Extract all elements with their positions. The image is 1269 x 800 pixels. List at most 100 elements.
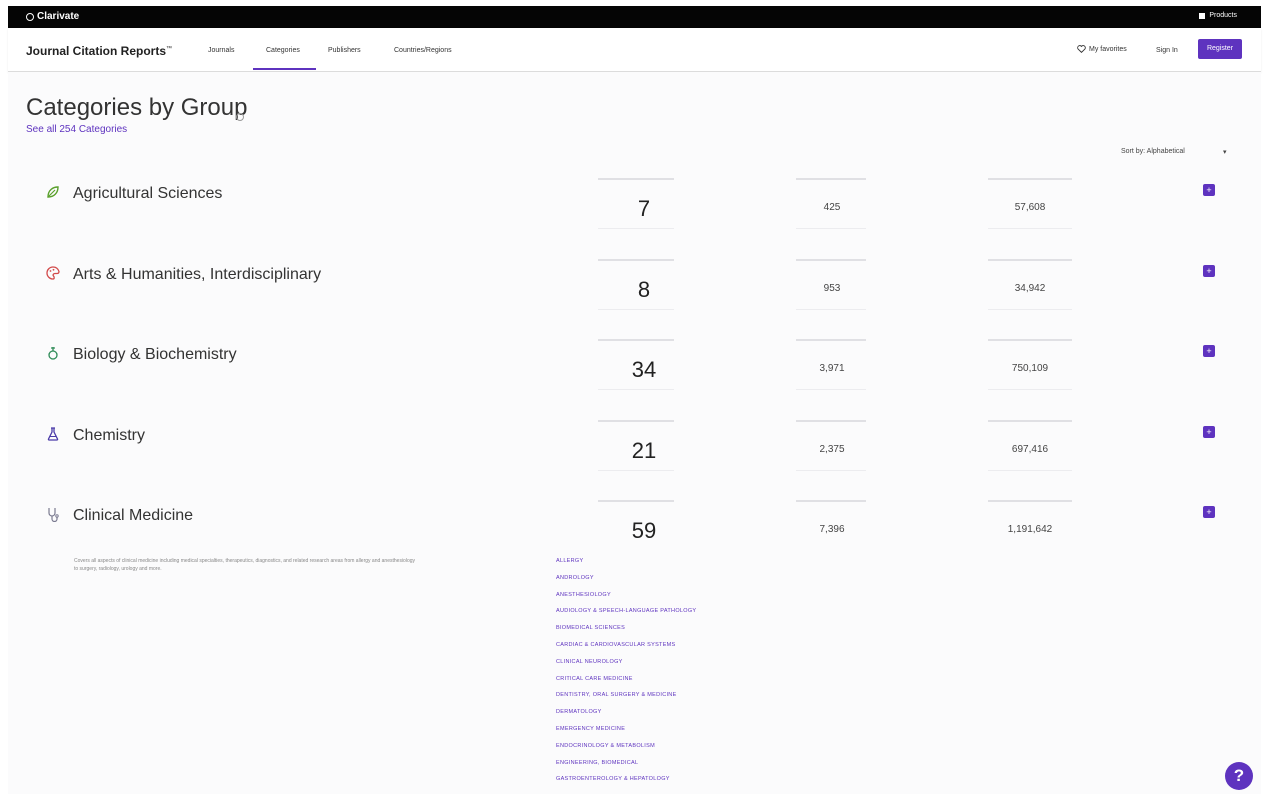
subcategory-list: ALLERGY ANDROLOGY ANESTHESIOLOGY AUDIOLO… xyxy=(556,558,696,793)
subcategory-link[interactable]: ANDROLOGY xyxy=(556,575,696,592)
products-label: Products xyxy=(1209,12,1237,19)
group-row[interactable]: Biology & Biochemistry 34 3,971 750,109 … xyxy=(38,337,1228,407)
divider xyxy=(988,470,1072,471)
divider xyxy=(598,389,674,390)
nav-link-countries-regions[interactable]: Countries/Regions xyxy=(394,47,452,54)
info-icon[interactable] xyxy=(236,113,244,121)
active-tab-indicator xyxy=(253,68,316,70)
collapse-button[interactable]: + xyxy=(1203,506,1215,518)
citable-items-column-label xyxy=(988,259,1072,261)
citable-items-count: 34,942 xyxy=(1014,283,1046,294)
journals-column-label xyxy=(796,500,866,502)
journals-column-label xyxy=(796,178,866,180)
journals-column-label xyxy=(796,339,866,341)
my-favorites-label: My favorites xyxy=(1089,45,1127,53)
sign-in-link[interactable]: Sign In xyxy=(1156,47,1178,54)
divider xyxy=(988,309,1072,310)
journals-column-label xyxy=(796,420,866,422)
divider xyxy=(598,470,674,471)
products-menu[interactable]: Products xyxy=(1199,12,1237,19)
expand-button[interactable]: + xyxy=(1203,426,1215,438)
divider xyxy=(988,389,1072,390)
group-name[interactable]: Clinical Medicine xyxy=(73,507,193,525)
stethoscope-icon xyxy=(48,508,59,522)
global-topbar: Clarivate Products xyxy=(8,6,1261,28)
categories-column-label xyxy=(598,500,674,502)
main-navbar: Journal Citation Reports™ Journals Categ… xyxy=(8,28,1261,72)
citable-items-count: 750,109 xyxy=(1011,363,1049,374)
subcategory-link[interactable]: DENTISTRY, ORAL SURGERY & MEDICINE xyxy=(556,692,696,709)
citable-items-column-label xyxy=(988,178,1072,180)
help-button[interactable]: ? xyxy=(1225,762,1253,790)
subcategory-link[interactable]: CLINICAL NEUROLOGY xyxy=(556,659,696,676)
category-count: 7 xyxy=(637,196,651,221)
subcategory-link[interactable]: GASTROENTEROLOGY & HEPATOLOGY xyxy=(556,776,696,793)
divider xyxy=(796,470,866,471)
group-row[interactable]: Arts & Humanities, Interdisciplinary 8 9… xyxy=(38,257,1228,327)
subcategory-link[interactable]: AUDIOLOGY & SPEECH-LANGUAGE PATHOLOGY xyxy=(556,608,696,625)
group-name[interactable]: Chemistry xyxy=(73,427,145,445)
journals-column-label xyxy=(796,259,866,261)
page-title: Categories by Group xyxy=(26,94,248,121)
group-name[interactable]: Arts & Humanities, Interdisciplinary xyxy=(73,266,321,284)
flask-icon xyxy=(47,427,59,441)
sort-dropdown[interactable]: Sort by: Alphabetical xyxy=(1121,148,1185,155)
subcategory-link[interactable]: BIOMEDICAL SCIENCES xyxy=(556,625,696,642)
category-count: 21 xyxy=(631,438,657,463)
molecule-icon xyxy=(48,347,58,360)
register-button[interactable]: Register xyxy=(1198,39,1242,59)
subcategory-link[interactable]: DERMATOLOGY xyxy=(556,709,696,726)
group-row[interactable]: Chemistry 21 2,375 697,416 + xyxy=(38,418,1228,488)
journal-count: 2,375 xyxy=(819,444,845,455)
subcategory-link[interactable]: ENGINEERING, BIOMEDICAL xyxy=(556,760,696,777)
subcategory-link[interactable]: CARDIAC & CARDIOVASCULAR SYSTEMS xyxy=(556,642,696,659)
group-name[interactable]: Biology & Biochemistry xyxy=(73,346,237,364)
nav-link-categories[interactable]: Categories xyxy=(266,47,300,54)
main-content: Categories by Group See all 254 Categori… xyxy=(8,72,1261,794)
categories-column-label xyxy=(598,339,674,341)
clarivate-logo[interactable]: Clarivate xyxy=(26,11,79,22)
group-name[interactable]: Agricultural Sciences xyxy=(73,185,222,203)
see-all-categories-link[interactable]: See all 254 Categories xyxy=(26,124,127,135)
chevron-down-icon[interactable]: ▾ xyxy=(1223,148,1227,156)
subcategory-link[interactable]: ENDOCRINOLOGY & METABOLISM xyxy=(556,743,696,760)
expand-button[interactable]: + xyxy=(1203,265,1215,277)
heart-icon xyxy=(1077,45,1086,53)
citable-items-count: 1,191,642 xyxy=(1007,524,1053,535)
citable-items-column-label xyxy=(988,339,1072,341)
trademark-mark: ™ xyxy=(166,46,173,52)
my-favorites-link[interactable]: My favorites xyxy=(1077,45,1127,53)
leaf-icon xyxy=(47,186,59,198)
categories-column-label xyxy=(598,420,674,422)
journal-count: 3,971 xyxy=(819,363,845,374)
divider xyxy=(796,309,866,310)
nav-link-publishers[interactable]: Publishers xyxy=(328,47,361,54)
divider xyxy=(598,309,674,310)
citable-items-column-label xyxy=(988,420,1072,422)
subcategory-link[interactable]: ALLERGY xyxy=(556,558,696,575)
nav-link-journals[interactable]: Journals xyxy=(208,47,234,54)
expand-button[interactable]: + xyxy=(1203,345,1215,357)
journal-count: 425 xyxy=(823,202,841,213)
subcategory-link[interactable]: CRITICAL CARE MEDICINE xyxy=(556,676,696,693)
grid-icon xyxy=(1199,12,1206,19)
journal-count: 7,396 xyxy=(819,524,845,535)
citable-items-count: 57,608 xyxy=(1014,202,1046,213)
divider xyxy=(796,389,866,390)
group-description: Covers all aspects of clinical medicine … xyxy=(74,558,416,572)
group-row[interactable]: Agricultural Sciences 7 425 57,608 + xyxy=(38,176,1228,246)
expand-button[interactable]: + xyxy=(1203,184,1215,196)
journal-count: 953 xyxy=(823,283,841,294)
citable-items-column-label xyxy=(988,500,1072,502)
categories-column-label xyxy=(598,259,674,261)
product-title[interactable]: Journal Citation Reports™ xyxy=(26,44,172,58)
categories-column-label xyxy=(598,178,674,180)
citable-items-count: 697,416 xyxy=(1011,444,1049,455)
subcategory-link[interactable]: EMERGENCY MEDICINE xyxy=(556,726,696,743)
subcategory-link[interactable]: ANESTHESIOLOGY xyxy=(556,592,696,609)
divider xyxy=(796,228,866,229)
palette-icon xyxy=(46,266,60,280)
category-count: 34 xyxy=(631,357,657,382)
divider xyxy=(598,228,674,229)
clarivate-logo-icon xyxy=(26,12,34,21)
